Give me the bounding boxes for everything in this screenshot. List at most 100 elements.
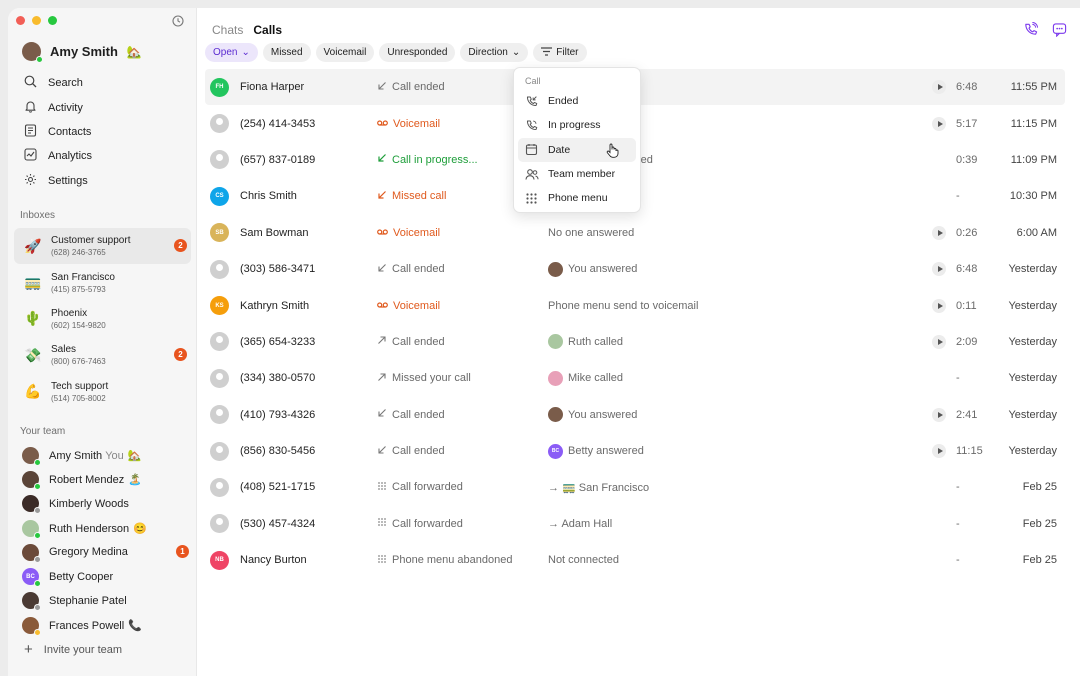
close-window-button[interactable] (16, 16, 25, 25)
avatar (548, 370, 563, 386)
phone-icon[interactable] (1023, 21, 1039, 40)
call-status: Voicemail (377, 300, 440, 312)
phone-progress-icon (525, 119, 539, 132)
inbox-item[interactable]: 🚃 San Francisco (415) 875-5793 (14, 264, 191, 300)
history-icon[interactable] (172, 15, 184, 30)
call-time: Feb 25 (1022, 517, 1057, 530)
presence-dot (34, 555, 41, 563)
window-controls (16, 16, 57, 25)
call-row[interactable]: SB Sam Bowman Voicemail No one answered 0:26… (205, 215, 1065, 251)
caller-name: Fiona Harper (240, 81, 305, 94)
inbox-item[interactable]: 💸 Sales (800) 676-7463 2 (14, 337, 191, 373)
inbox-emoji: 💪 (24, 383, 42, 400)
tab-chats[interactable]: Chats (212, 23, 243, 37)
call-row[interactable]: (303) 586-3471 Call ended You answered 6:48… (205, 251, 1065, 287)
contacts-icon (24, 124, 37, 140)
call-row[interactable]: (856) 830-5456 Call ended BC Betty answered… (205, 433, 1065, 469)
call-row[interactable]: NB Nancy Burton Phone menu abandoned Not co… (205, 542, 1065, 578)
nav-item-settings[interactable]: Settings (22, 169, 187, 193)
call-time: Yesterday (1008, 263, 1057, 276)
invite-label: Invite your team (43, 643, 123, 656)
member-name-wrap: Betty Cooper (49, 571, 113, 583)
filter-button[interactable]: Filter (533, 43, 587, 62)
play-recording-button[interactable] (932, 80, 946, 95)
call-status: Missed your call (377, 372, 471, 385)
call-status-label: Phone menu abandoned (392, 554, 513, 567)
avatar (210, 368, 229, 388)
play-recording-button[interactable] (932, 334, 946, 349)
team-member[interactable]: Frances Powell 📞 (22, 613, 191, 637)
dropdown-item-date[interactable]: Date (518, 137, 636, 162)
avatar (210, 441, 229, 461)
inboxes-label: Inboxes (20, 210, 56, 221)
nav-item-activity[interactable]: Activity (22, 95, 187, 119)
presence-dot (34, 531, 41, 539)
team-member[interactable]: Amy Smith You 🏡 (22, 443, 191, 467)
current-user[interactable]: Amy Smith 🏡 (22, 42, 142, 63)
call-duration: - (956, 372, 960, 385)
call-row[interactable]: (408) 521-1715 Call forwarded → 🚃 San Fran… (205, 469, 1065, 505)
play-recording-button[interactable] (932, 225, 946, 240)
avatar (22, 495, 41, 515)
team-member[interactable]: BC Betty Cooper (22, 564, 191, 588)
play-recording-button[interactable] (932, 407, 946, 422)
nav-item-search[interactable]: Search (22, 71, 187, 95)
dropdown-item-phone-menu[interactable]: Phone menu (518, 186, 636, 210)
inbox-item[interactable]: 🚀 Customer support (628) 246-3765 2 (14, 228, 191, 265)
dropdown-item-team-member[interactable]: Team member (518, 162, 636, 186)
dropdown-item-in-progress[interactable]: In progress (518, 113, 636, 137)
nav-item-analytics[interactable]: Analytics (22, 144, 187, 168)
call-duration: 2:09 (956, 335, 978, 348)
play-recording-button[interactable] (932, 262, 946, 277)
inbox-list: 🚀 Customer support (628) 246-3765 2 🚃 San Fra… (14, 228, 191, 410)
nav-item-label: Search (48, 77, 83, 90)
call-time: 11:09 PM (1010, 153, 1057, 166)
team-member[interactable]: Gregory Medina 1 (22, 540, 191, 564)
minimize-window-button[interactable] (32, 16, 41, 25)
dropdown-item-label: Team member (548, 168, 616, 181)
filter-direction[interactable]: Direction ⌄ (460, 43, 529, 62)
filter-missed[interactable]: Missed (262, 43, 311, 62)
call-row[interactable]: (365) 654-3233 Call ended Ruth called 2:09 Y… (205, 324, 1065, 360)
call-row[interactable]: (410) 793-4326 Call ended You answered 2:41… (205, 397, 1065, 433)
avatar (210, 332, 229, 352)
nav-item-contacts[interactable]: Contacts (22, 120, 187, 144)
nav-item-label: Activity (48, 101, 83, 114)
team-member[interactable]: Ruth Henderson 😊 (22, 516, 191, 540)
view-tabs: Chats Calls (212, 23, 282, 37)
team-member[interactable]: Robert Mendez 🏝️ (22, 467, 191, 491)
team-member[interactable]: Kimberly Woods (22, 492, 191, 516)
call-row[interactable]: (334) 380-0570 Missed your call Mike calle… (205, 360, 1065, 396)
team-member[interactable]: Stephanie Patel (22, 589, 191, 613)
filter-unresponded[interactable]: Unresponded (379, 43, 456, 62)
call-row[interactable]: (530) 457-4324 Call forwarded → Adam Hall -… (205, 506, 1065, 542)
invite-team-button[interactable]: + Invite your team (22, 637, 191, 661)
call-detail-text: You answered (568, 408, 638, 421)
call-time: 11:55 PM (1010, 81, 1057, 94)
filter-voicemail[interactable]: Voicemail (315, 43, 375, 62)
member-emoji: 😊 (133, 522, 147, 535)
call-status-icon (377, 153, 387, 166)
play-recording-button[interactable] (932, 116, 946, 131)
avatar (22, 446, 41, 466)
avatar: CS (210, 186, 229, 206)
avatar-initials: FH (215, 84, 224, 91)
call-detail-text: Mike called (568, 372, 624, 385)
call-time: Feb 25 (1022, 481, 1057, 494)
play-recording-button[interactable] (932, 444, 946, 459)
sidebar: Amy Smith 🏡 Search Activity Contacts Analyt… (8, 8, 197, 676)
avatar (548, 334, 563, 350)
message-icon[interactable] (1052, 22, 1067, 40)
play-recording-button[interactable] (932, 298, 946, 313)
call-row[interactable]: KS Kathryn Smith Voicemail Phone menu send … (205, 287, 1065, 323)
inbox-item[interactable]: 🌵 Phoenix (602) 154-9820 (14, 301, 191, 337)
bell-icon (24, 100, 37, 116)
maximize-window-button[interactable] (48, 16, 57, 25)
inbox-name: San Francisco (51, 271, 115, 283)
inbox-item[interactable]: 💪 Tech support (514) 705-8002 (14, 374, 191, 410)
dropdown-item-label: Date (548, 143, 571, 156)
tab-calls[interactable]: Calls (253, 23, 282, 37)
filter-open[interactable]: Open ⌄ (205, 43, 258, 62)
avatar (22, 616, 41, 636)
dropdown-item-ended[interactable]: Ended (518, 89, 636, 113)
